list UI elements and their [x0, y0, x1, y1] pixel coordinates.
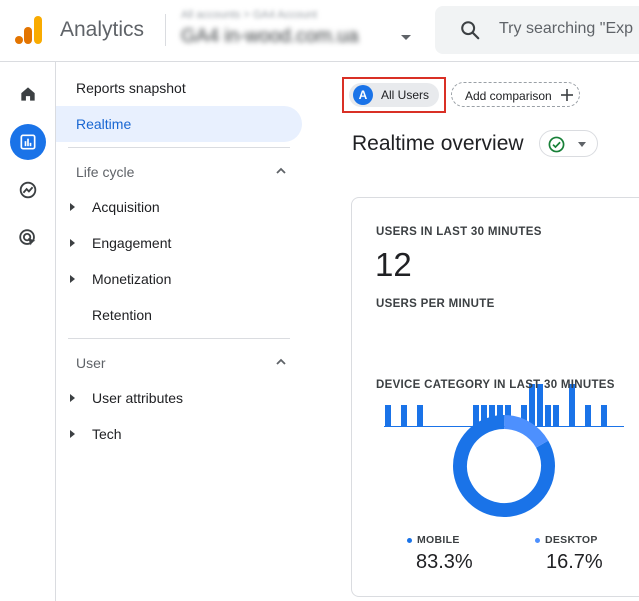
donut-slice-mobile[interactable] [449, 411, 559, 521]
expand-arrow-icon [70, 430, 75, 438]
all-users-chip[interactable]: A All Users [349, 83, 439, 107]
nav-item-label: Monetization [92, 271, 172, 287]
rail-home-button[interactable] [10, 76, 46, 112]
search-placeholder: Try searching "Exp [499, 20, 634, 37]
nav-divider [68, 338, 290, 339]
desktop-percent: 16.7% [546, 551, 603, 573]
search-icon [461, 21, 480, 40]
segment-avatar: A [353, 85, 373, 105]
advertising-icon [19, 229, 36, 246]
mobile-percent: 83.3% [416, 551, 473, 573]
account-breadcrumb: All accounts > GA4 Account [181, 9, 318, 21]
nav-realtime[interactable]: Realtime [56, 106, 302, 142]
rail-reports-button[interactable] [10, 124, 46, 160]
reports-nav: Reports snapshot Realtime Life cycle Acq… [56, 62, 311, 601]
device-category-label: DEVICE CATEGORY IN LAST 30 MINUTES [376, 379, 615, 391]
plus-icon [561, 89, 573, 101]
nav-item-label: User attributes [92, 390, 184, 406]
nav-item-label: Reports snapshot [76, 80, 186, 96]
expand-arrow-icon [70, 275, 75, 283]
nav-reports-snapshot[interactable]: Reports snapshot [56, 70, 302, 106]
desktop-legend-label: DESKTOP [545, 534, 598, 546]
bar-minute-26[interactable] [585, 405, 591, 426]
check-circle-icon [548, 136, 565, 153]
page-title: Realtime overview [352, 132, 524, 155]
header-divider [165, 14, 166, 46]
expand-arrow-icon [70, 203, 75, 211]
nav-divider [68, 147, 290, 148]
mobile-legend-label: MOBILE [417, 534, 460, 546]
account-selector[interactable]: All accounts > GA4 Account GA4 in-wood.c… [181, 9, 421, 53]
nav-tech[interactable]: Tech [56, 416, 302, 452]
add-comparison-label: Add comparison [465, 89, 552, 103]
nav-monetization[interactable]: Monetization [56, 261, 302, 297]
chevron-up-icon[interactable] [274, 355, 288, 369]
nav-acquisition[interactable]: Acquisition [56, 189, 302, 225]
realtime-card: USERS IN LAST 30 MINUTES 12 USERS PER MI… [351, 197, 639, 597]
left-rail [0, 62, 56, 601]
desktop-legend-dot [535, 538, 540, 543]
top-bar: Analytics All accounts > GA4 Account GA4… [0, 0, 639, 62]
mobile-legend-dot [407, 538, 412, 543]
nav-item-label: Engagement [92, 235, 172, 251]
rail-explore-button[interactable] [10, 172, 46, 208]
caret-down-icon [401, 35, 411, 40]
expand-arrow-icon [70, 394, 75, 402]
rail-advertising-button[interactable] [10, 220, 46, 256]
add-comparison-button[interactable]: Add comparison [451, 82, 580, 107]
nav-section-user[interactable]: User [76, 355, 106, 371]
main-content: A All Users Add comparison Realtime over… [311, 62, 639, 601]
bar-minute-5[interactable] [417, 405, 423, 426]
app-title: Analytics [60, 18, 145, 41]
bar-minute-1[interactable] [385, 405, 391, 426]
search-box[interactable]: Try searching "Exp [435, 6, 639, 54]
property-name: GA4 in-wood.com.ua [181, 26, 359, 47]
bar-minute-3[interactable] [401, 405, 407, 426]
data-status-dropdown[interactable] [539, 130, 598, 157]
nav-item-label: Tech [92, 426, 122, 442]
home-icon [21, 87, 35, 101]
nav-item-label: Acquisition [92, 199, 160, 215]
chevron-up-icon[interactable] [274, 164, 288, 178]
nav-user-attributes[interactable]: User attributes [56, 380, 302, 416]
analytics-logo-icon[interactable] [14, 14, 44, 46]
explore-icon [19, 181, 37, 199]
caret-down-icon [578, 142, 586, 147]
all-users-label: All Users [381, 88, 430, 102]
bar-chart-icon [20, 134, 36, 150]
device-category-donut[interactable] [449, 411, 559, 521]
expand-arrow-icon [70, 239, 75, 247]
nav-section-life-cycle[interactable]: Life cycle [76, 164, 134, 180]
bar-minute-28[interactable] [601, 405, 607, 426]
nav-engagement[interactable]: Engagement [56, 225, 302, 261]
nav-item-label: Retention [92, 307, 152, 323]
nav-item-label: Realtime [76, 116, 132, 132]
nav-retention[interactable]: Retention [56, 297, 302, 333]
